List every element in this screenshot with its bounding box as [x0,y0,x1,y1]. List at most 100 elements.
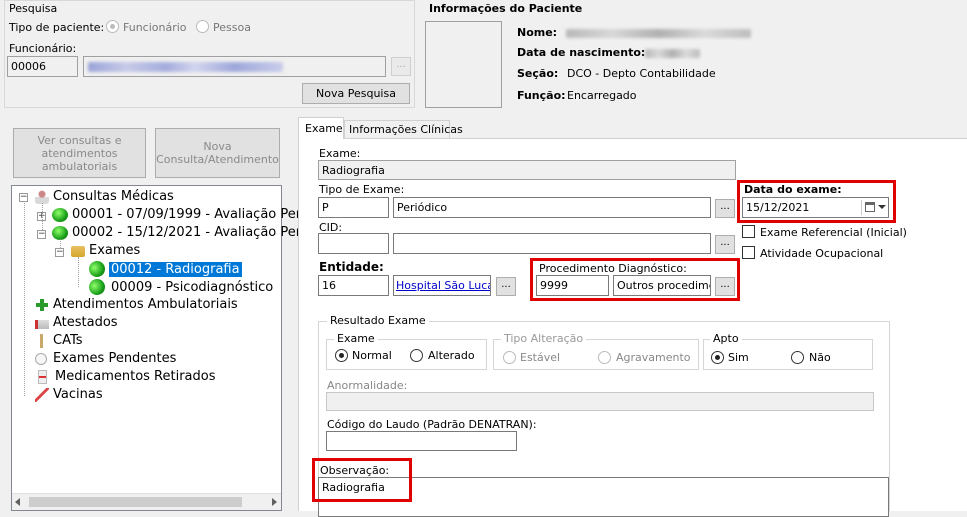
tree-consulta-1[interactable]: 00001 - 07/09/1999 - Avaliação Peri [52,207,305,222]
exame-field[interactable]: Radiografia [318,160,736,180]
employee-lookup-button[interactable]: ... [391,57,411,76]
cid-desc[interactable] [393,233,711,254]
medicine-icon [38,369,47,384]
atividade-ocupacional-label: Atividade Ocupacional [760,247,884,260]
tree-consulta-2[interactable]: 00002 - 15/12/2021 - Avaliação Peri [52,225,305,240]
role-label: Função: [517,89,566,102]
exame-referencial-checkbox[interactable] [742,225,755,238]
green-exam-icon [86,258,108,280]
anormalidade-label: Anormalidade: [327,379,408,392]
search-title: Pesquisa [9,2,58,15]
view-consultations-button[interactable]: Ver consultas e atendimentos ambulatoria… [13,128,146,178]
highlight-data-exame [737,180,896,223]
tree-exames[interactable]: Exames [71,243,140,258]
new-search-button[interactable]: Nova Pesquisa [302,83,410,104]
scroll-right-arrow[interactable] [272,498,277,506]
exame-label: Exame: [319,147,361,160]
tipo-exame-lookup[interactable]: ... [715,199,735,218]
laudo-label: Código do Laudo (Padrão DENATRAN): [327,418,537,431]
cid-lookup[interactable]: ... [715,235,735,254]
radio-sim-label: Sim [728,351,749,364]
green-exam-icon [86,276,108,298]
tree-lines [42,203,43,230]
tree-consultas-label: Consultas Médicas [53,189,174,204]
tree-consulta-2-label: 00002 - 15/12/2021 - Avaliação Peri [72,225,305,240]
tipo-alteracao-title: Tipo Alteração [501,332,587,345]
tree-exame-radiografia[interactable]: 00012 - Radiografia [86,258,242,280]
syringe-icon [35,387,49,402]
tree-consultas[interactable]: Consultas Médicas [35,189,174,204]
tree-vacinas[interactable]: Vacinas [35,387,103,402]
laudo-field[interactable] [326,431,517,451]
radio-alterado[interactable] [410,349,423,362]
tipo-exame-code[interactable]: P [318,197,389,218]
patient-info-title: Informações do Paciente [429,2,583,15]
radio-funcionario-label: Funcionário [123,21,187,34]
tipo-exame-desc[interactable]: Periódico [393,197,711,218]
tree-atendimentos-label: Atendimentos Ambulatoriais [53,297,238,312]
section-value: DCO - Depto Contabilidade [567,67,716,80]
scroll-thumb[interactable] [29,497,242,507]
entidade-name[interactable]: Hospital São Lucas [393,275,491,296]
green-status-icon [52,207,68,222]
exame-referencial-label: Exame Referencial (Inicial) [760,226,907,239]
green-status-icon [52,225,68,240]
entidade-lookup[interactable]: ... [496,277,516,296]
document-icon [35,333,49,348]
radio-estavel[interactable] [503,351,516,364]
tree-exames-label: Exames [89,243,141,258]
radio-nao[interactable] [791,351,804,364]
section-label: Seção: [517,67,559,80]
tree-atestados[interactable]: Atestados [35,315,118,330]
radio-funcionario[interactable] [106,20,119,33]
radio-nao-label: Não [809,351,831,364]
collapse-exames[interactable]: − [55,248,64,257]
tree-exame-psicodiagnostico[interactable]: 00009 - Psicodiagnóstico [86,276,275,298]
tree-medicamentos-label: Medicamentos Retirados [55,369,216,384]
collapse-consulta2[interactable]: − [37,230,46,239]
tree-pendentes-label: Exames Pendentes [53,351,177,366]
entidade-label: Entidade: [319,260,384,274]
employee-name-redacted [88,62,283,72]
tree-atestados-label: Atestados [53,315,118,330]
tree-consulta-1-label: 00001 - 07/09/1999 - Avaliação Peri [72,207,305,222]
radio-agravamento-label: Agravamento [616,351,691,364]
employee-code-field[interactable]: 00006 [7,56,78,77]
cid-code[interactable] [318,233,389,254]
scroll-left-arrow[interactable] [15,498,20,506]
entidade-link[interactable]: Hospital São Lucas [396,279,490,292]
tab-informacoes-clinicas[interactable]: Informações Clínicas [344,120,463,139]
resultado-exame-title: Resultado Exame [327,314,429,327]
tree-cats[interactable]: CATs [35,333,83,348]
radio-agravamento[interactable] [598,351,611,364]
radio-pessoa[interactable] [196,20,209,33]
new-consultation-button[interactable]: Nova Consulta/Atendimento [155,128,280,178]
name-redacted [566,29,751,38]
clock-icon [35,352,47,365]
radio-sim[interactable] [711,351,724,364]
tree-lines [78,257,79,287]
tree-pendentes[interactable]: Exames Pendentes [35,351,176,366]
tab-exame[interactable]: Exame [298,117,344,139]
radio-normal[interactable] [335,349,348,362]
atividade-ocupacional-checkbox[interactable] [742,246,755,259]
tab-exame-label: Exame [305,122,343,135]
tree-exame-psicodiagnostico-label: 00009 - Psicodiagnóstico [111,279,274,295]
employee-label: Funcionário: [9,42,77,55]
tree-atendimentos[interactable]: Atendimentos Ambulatoriais [35,297,238,312]
exame-result-title: Exame [334,332,378,345]
highlight-observacao [312,458,412,502]
tree-vacinas-label: Vacinas [53,387,103,402]
collapse-consultas[interactable]: − [19,193,28,202]
radio-alterado-label: Alterado [428,349,475,362]
role-value: Encarregado [567,89,637,102]
tree-medicamentos[interactable]: Medicamentos Retirados [35,369,216,384]
tree-hscrollbar[interactable] [12,493,281,510]
tree-exame-radiografia-label: 00012 - Radiografia [109,261,242,277]
dob-label: Data de nascimento: [517,46,646,59]
dob-redacted [645,49,700,58]
entidade-code[interactable]: 16 [318,275,389,296]
tree-cats-label: CATs [53,333,83,348]
tree-lines [24,203,25,396]
anormalidade-field[interactable] [326,392,874,411]
